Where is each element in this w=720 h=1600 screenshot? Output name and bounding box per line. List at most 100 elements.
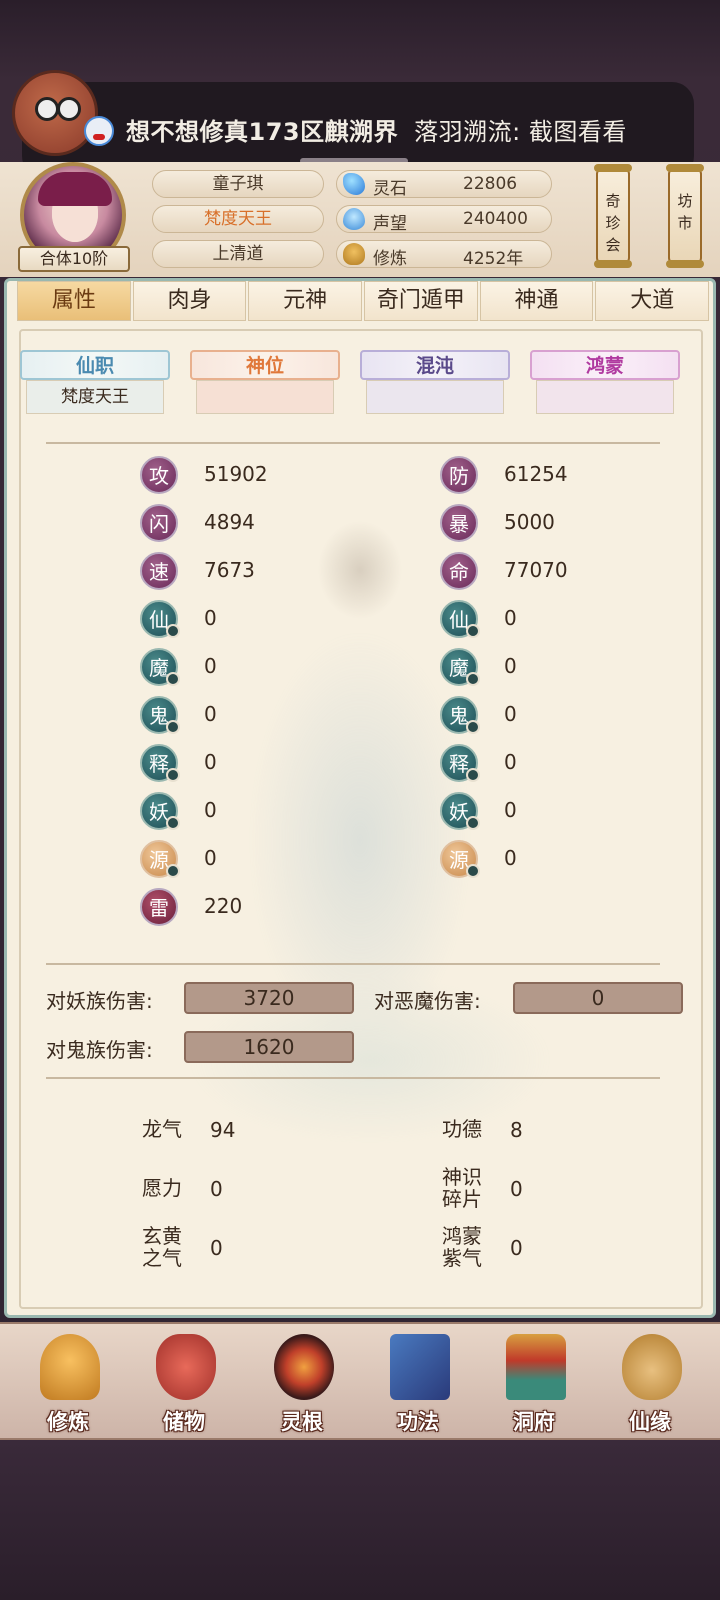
stat-value: 0	[504, 702, 517, 726]
stat-badge: 魔	[440, 648, 480, 686]
category-immortal-post-value: 梵度天王	[26, 380, 164, 414]
stat-value: 0	[204, 654, 217, 678]
meditation-icon	[40, 1334, 100, 1400]
notification-title: 想不想修真173区麒溯界	[126, 118, 399, 146]
stat-badge: 仙	[140, 600, 180, 638]
tab-attributes[interactable]: 属性	[17, 281, 131, 321]
realm-badge: 合体10阶	[18, 246, 130, 272]
category-divine-rank[interactable]: 神位	[190, 350, 340, 380]
hongmeng-purple-qi-value: 0	[510, 1236, 523, 1260]
divider-bottom	[46, 1077, 660, 1079]
category-divine-rank-value	[196, 380, 334, 414]
stat-value: 7673	[204, 558, 255, 582]
stat-badge: 源	[140, 840, 180, 878]
info-icon	[166, 816, 180, 830]
stat-badge: 释	[140, 744, 180, 782]
treasure-fair-button[interactable]: 奇 珍 会	[594, 164, 632, 268]
soul-shard-label: 神识碎片	[442, 1165, 482, 1211]
tab-soul[interactable]: 元神	[248, 281, 363, 321]
storage-bag-icon	[156, 1334, 216, 1400]
stat-value: 51902	[204, 462, 268, 486]
stat-value: 0	[504, 654, 517, 678]
info-icon	[166, 864, 180, 878]
player-title: 梵度天王	[152, 205, 324, 233]
notification-message: 落羽溯流: 截图看看	[414, 118, 627, 146]
scripture-book-icon	[390, 1334, 450, 1400]
tab-qimen[interactable]: 奇门遁甲	[364, 281, 478, 321]
ring-icon	[466, 768, 480, 782]
stat-value: 0	[204, 846, 217, 870]
stat-value: 0	[204, 702, 217, 726]
nav-storage[interactable]: 储物	[134, 1330, 234, 1438]
stat-badge: 妖	[440, 792, 480, 830]
player-header: 合体10阶 童子琪 梵度天王 上清道 灵石 22806 声望 240400 修炼…	[0, 162, 720, 277]
tab-body[interactable]: 肉身	[132, 281, 247, 321]
damage-vs-demon-value: 0	[513, 982, 683, 1014]
spirit-root-icon	[274, 1334, 334, 1400]
reputation-icon	[343, 208, 365, 230]
category-immortal-post[interactable]: 仙职	[20, 350, 170, 380]
tab-bar: 属性 肉身 元神 奇门遁甲 神通 大道	[17, 281, 711, 321]
nav-cultivate[interactable]: 修炼	[18, 1330, 118, 1438]
spirit-stone-icon	[343, 173, 365, 195]
xuanhuang-qi-value: 0	[210, 1236, 223, 1260]
stat-badge: 源	[440, 840, 480, 878]
stat-value: 5000	[504, 510, 555, 534]
market-button[interactable]: 坊 市	[666, 164, 704, 268]
meditation-icon	[343, 243, 365, 265]
damage-vs-ghost-value: 1620	[184, 1031, 354, 1063]
stat-badge: 闪	[140, 504, 178, 542]
category-hongmeng[interactable]: 鸿蒙	[530, 350, 680, 380]
vow-power-label: 愿力	[142, 1176, 182, 1200]
stat-badge: 仙	[440, 600, 480, 638]
player-name: 童子琪	[152, 170, 324, 198]
stat-badge: 防	[440, 456, 478, 494]
notification-text: 想不想修真173区麒溯界 落羽溯流: 截图看看	[126, 112, 627, 147]
nav-fate[interactable]: 仙缘	[600, 1330, 700, 1438]
cave-mansion-icon	[506, 1334, 566, 1400]
stat-value: 0	[504, 750, 517, 774]
stat-badge: 雷	[140, 888, 178, 926]
ring-icon	[466, 816, 480, 830]
tab-divine-powers[interactable]: 神通	[479, 281, 594, 321]
stat-badge: 命	[440, 552, 478, 590]
stat-badge: 释	[440, 744, 480, 782]
stat-badge: 鬼	[440, 696, 480, 734]
qq-icon	[84, 116, 114, 146]
info-icon	[166, 672, 180, 686]
nav-spirit-root[interactable]: 灵根	[252, 1330, 352, 1438]
gourd-icon	[622, 1334, 682, 1400]
divider-middle	[46, 963, 660, 965]
resource-spirit-stone: 灵石 22806	[336, 170, 552, 199]
vow-power-value: 0	[210, 1177, 223, 1201]
ring-icon	[466, 672, 480, 686]
ring-icon	[466, 720, 480, 734]
damage-vs-demon-label: 对恶魔伤害:	[374, 989, 481, 1013]
stat-value: 0	[504, 846, 517, 870]
damage-vs-ghost-label: 对鬼族伤害:	[46, 1038, 153, 1062]
stat-value: 0	[204, 606, 217, 630]
stat-value: 0	[504, 606, 517, 630]
stat-badge: 魔	[140, 648, 180, 686]
info-icon	[166, 720, 180, 734]
ring-icon	[466, 624, 480, 638]
ring-icon	[466, 864, 480, 878]
stat-value: 0	[504, 798, 517, 822]
stat-value: 4894	[204, 510, 255, 534]
nav-cave-mansion[interactable]: 洞府	[484, 1330, 584, 1438]
stat-badge: 暴	[440, 504, 478, 542]
dragon-qi-value: 94	[210, 1118, 236, 1142]
bottom-navigation: 修炼 储物 灵根 功法 洞府 仙缘	[0, 1322, 720, 1440]
stat-value: 220	[204, 894, 243, 918]
info-icon	[166, 624, 180, 638]
stat-badge: 攻	[140, 456, 178, 494]
stat-value: 0	[204, 798, 217, 822]
category-chaos[interactable]: 混沌	[360, 350, 510, 380]
divider-top	[46, 442, 660, 444]
stat-badge: 速	[140, 552, 178, 590]
stat-value: 61254	[504, 462, 568, 486]
nav-techniques[interactable]: 功法	[368, 1330, 468, 1438]
dragon-qi-label: 龙气	[142, 1117, 182, 1141]
resource-cultivation: 修炼 4252年	[336, 240, 552, 269]
tab-great-dao[interactable]: 大道	[595, 281, 710, 321]
